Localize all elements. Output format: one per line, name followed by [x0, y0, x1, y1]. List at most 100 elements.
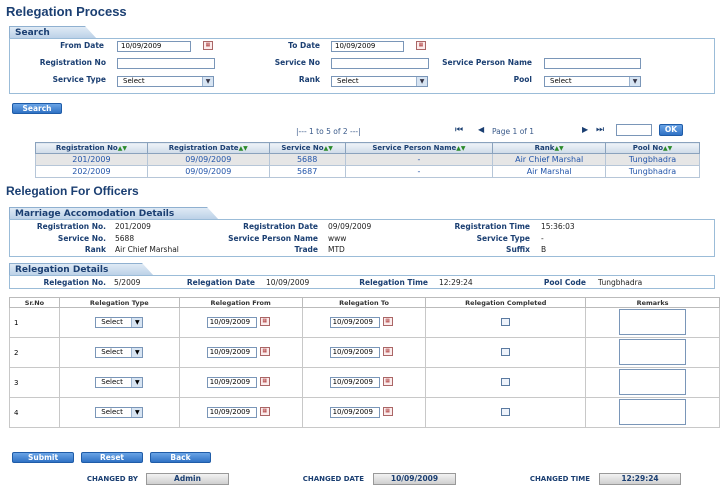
calendar-icon[interactable]: ▦	[203, 41, 213, 50]
sort-icon: ▲▼	[554, 145, 564, 152]
table-row: 3 Select ▼ 10/09/2009 ▦ 10/09/2009 ▦	[9, 367, 720, 398]
service-no-input[interactable]	[331, 58, 429, 69]
table-cell: 09/09/2009	[146, 153, 270, 166]
column-header[interactable]: Pool No▲▼	[605, 142, 700, 154]
to-date-input[interactable]: 10/09/2009	[331, 41, 404, 52]
completed-checkbox[interactable]	[501, 347, 511, 356]
rank-select[interactable]: Select ▼	[331, 76, 428, 87]
calendar-icon[interactable]: ▦	[382, 377, 393, 386]
table-cell: 5688	[268, 153, 346, 166]
submit-button[interactable]: Submit	[12, 452, 74, 463]
relegation-date-value: 10/09/2009	[266, 278, 310, 287]
relegation-to-input[interactable]: 10/09/2009	[329, 347, 380, 358]
sort-icon: ▲▼	[323, 145, 333, 152]
prev-page-icon[interactable]: ◀	[478, 125, 484, 134]
page-title: Relegation Process	[6, 4, 127, 19]
table-row: 1 Select ▼ 10/09/2009 ▦ 10/09/2009 ▦	[9, 307, 720, 338]
first-page-icon[interactable]: ⏮	[455, 125, 463, 135]
table-cell: 09/09/2009	[146, 165, 270, 178]
sr-no: 4	[9, 397, 60, 428]
relegation-completed-cell	[425, 367, 587, 398]
table-row[interactable]: 202/2009 09/09/2009 5687 - Air Marshal T…	[35, 165, 700, 178]
table-cell: Air Chief Marshal	[492, 153, 607, 166]
from-date-input[interactable]: 10/09/2009	[117, 41, 191, 52]
chevron-down-icon: ▼	[131, 318, 143, 327]
service-type-select[interactable]: Select ▼	[117, 76, 214, 87]
remarks-cell	[585, 337, 720, 368]
pool-select[interactable]: Select ▼	[544, 76, 641, 87]
calendar-icon[interactable]: ▦	[259, 407, 270, 416]
chevron-down-icon: ▼	[202, 77, 213, 86]
calendar-icon[interactable]: ▦	[259, 347, 270, 356]
relegation-to-input[interactable]: 10/09/2009	[329, 317, 380, 328]
calendar-icon[interactable]: ▦	[382, 407, 393, 416]
remarks-textarea[interactable]	[619, 338, 687, 365]
column-header[interactable]: Rank▲▼	[492, 142, 607, 154]
remarks-textarea[interactable]	[619, 398, 687, 425]
from-date-label: From Date	[60, 41, 104, 50]
column-header: Relegation To	[301, 297, 427, 308]
remarks-textarea[interactable]	[619, 368, 687, 395]
remarks-textarea[interactable]	[619, 308, 687, 335]
relegation-to-input[interactable]: 10/09/2009	[329, 407, 380, 418]
search-button[interactable]: Search	[12, 103, 62, 114]
relegation-from-input[interactable]: 10/09/2009	[206, 377, 257, 388]
reset-button[interactable]: Reset	[81, 452, 143, 463]
service-person-name-input[interactable]	[544, 58, 641, 69]
relegation-no-value: 5/2009	[114, 278, 141, 287]
column-header[interactable]: Registration No▲▼	[35, 142, 148, 154]
table-cell[interactable]: 202/2009	[35, 165, 148, 178]
relegation-to-cell: 10/09/2009 ▦	[301, 337, 427, 368]
changed-time-label: CHANGED TIME	[529, 475, 590, 483]
sort-icon: ▲▼	[117, 145, 127, 152]
column-header: Relegation From	[178, 297, 303, 308]
calendar-icon[interactable]: ▦	[259, 377, 270, 386]
chevron-down-icon: ▼	[131, 378, 143, 387]
calendar-icon[interactable]: ▦	[416, 41, 426, 50]
column-header[interactable]: Service Person Name▲▼	[344, 142, 494, 154]
relegation-type-select[interactable]: Select ▼	[95, 407, 144, 418]
relegation-type-cell: Select ▼	[58, 307, 180, 338]
sort-icon: ▲▼	[663, 145, 673, 152]
relegation-from-input[interactable]: 10/09/2009	[206, 407, 257, 418]
relegation-from-input[interactable]: 10/09/2009	[206, 347, 257, 358]
ok-button[interactable]: OK	[659, 124, 683, 136]
remarks-cell	[585, 307, 720, 338]
service-person-label: Service Person Name	[228, 234, 318, 243]
table-cell: -	[344, 153, 494, 166]
changed-date-value: 10/09/2009	[373, 473, 456, 485]
relegation-to-input[interactable]: 10/09/2009	[329, 377, 380, 388]
page-number-input[interactable]	[616, 124, 652, 136]
registration-no-input[interactable]	[117, 58, 215, 69]
calendar-icon[interactable]: ▦	[382, 317, 393, 326]
sr-no: 2	[9, 337, 60, 368]
relegation-type-select[interactable]: Select ▼	[95, 317, 144, 328]
table-row[interactable]: 201/2009 09/09/2009 5688 - Air Chief Mar…	[35, 153, 700, 166]
relegation-from-input[interactable]: 10/09/2009	[206, 317, 257, 328]
relegation-completed-cell	[425, 337, 587, 368]
calendar-icon[interactable]: ▦	[382, 347, 393, 356]
completed-checkbox[interactable]	[501, 317, 511, 326]
column-header[interactable]: Service No▲▼	[268, 142, 346, 154]
chevron-down-icon: ▼	[416, 77, 427, 86]
reg-no-label: Registration No.	[36, 222, 106, 231]
table-row: 2 Select ▼ 10/09/2009 ▦ 10/09/2009 ▦	[9, 337, 720, 368]
relegation-from-cell: 10/09/2009 ▦	[178, 367, 303, 398]
service-type-label: Service Type	[52, 75, 106, 84]
column-header: Relegation Completed	[425, 297, 587, 308]
completed-checkbox[interactable]	[501, 407, 511, 416]
officers-title: Relegation For Officers	[6, 184, 139, 198]
table-cell[interactable]: 201/2009	[35, 153, 148, 166]
completed-checkbox[interactable]	[501, 377, 511, 386]
next-page-icon[interactable]: ▶	[582, 125, 588, 134]
relegation-type-select[interactable]: Select ▼	[95, 377, 144, 388]
relegation-type-cell: Select ▼	[58, 397, 180, 428]
sr-no: 3	[9, 367, 60, 398]
to-date-label: To Date	[288, 41, 320, 50]
back-button[interactable]: Back	[150, 452, 211, 463]
calendar-icon[interactable]: ▦	[259, 317, 270, 326]
relegation-type-select[interactable]: Select ▼	[95, 347, 144, 358]
column-header[interactable]: Registration Date▲▼	[146, 142, 270, 154]
column-header: Remarks	[585, 297, 720, 308]
last-page-icon[interactable]: ⏭	[596, 125, 604, 135]
